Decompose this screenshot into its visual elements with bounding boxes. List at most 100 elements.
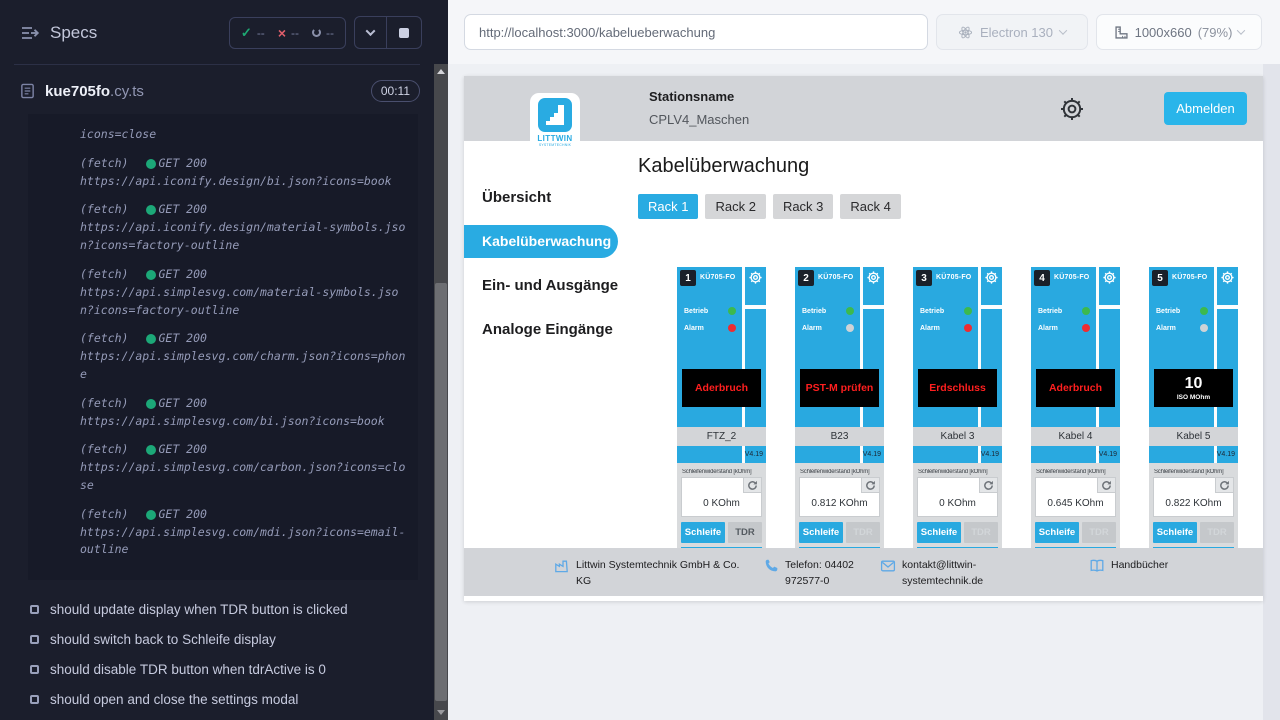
tdr-button[interactable]: TDR <box>846 522 880 543</box>
divider <box>745 305 766 309</box>
nav-item[interactable]: Übersicht <box>464 181 630 214</box>
device-card: 5 KÜ705-FO <box>1149 267 1238 552</box>
rack-tab[interactable]: Rack 1 <box>638 194 698 219</box>
schleife-button[interactable]: Schleife <box>1035 522 1079 543</box>
slot-number-badge: 2 <box>798 270 814 286</box>
logout-button[interactable]: Abmelden <box>1164 92 1247 125</box>
schleife-button[interactable]: Schleife <box>1153 522 1197 543</box>
reporter-scrollbar[interactable] <box>434 0 448 720</box>
fetch-log-entry[interactable]: (fetch) GET 200 https://api.simplesvg.co… <box>80 506 408 559</box>
tdr-button[interactable]: TDR <box>1200 522 1234 543</box>
fetch-log-entry[interactable]: (fetch) GET 200 https://api.simplesvg.co… <box>80 266 408 319</box>
specs-label: Specs <box>50 23 97 43</box>
test-item[interactable]: should disable TDR button when tdrActive… <box>30 662 422 677</box>
gear-icon <box>1102 270 1117 285</box>
specs-menu-icon[interactable] <box>20 25 40 41</box>
schleife-button[interactable]: Schleife <box>917 522 961 543</box>
footer-email[interactable]: kontakt@littwin-systemtechnik.de <box>880 557 994 596</box>
rack-tab[interactable]: Rack 2 <box>705 194 765 219</box>
test-item[interactable]: should update display when TDR button is… <box>30 602 422 617</box>
spinner-icon <box>312 28 321 37</box>
scrollbar-track[interactable] <box>434 64 448 720</box>
refresh-button[interactable] <box>743 478 761 493</box>
betrieb-led <box>846 307 854 315</box>
betrieb-led <box>1082 307 1090 315</box>
betrieb-row: Betrieb <box>1156 307 1208 315</box>
command-log: icons=close (fetch) GET 200 https://api.… <box>28 114 418 580</box>
tdr-button[interactable]: TDR <box>728 522 762 543</box>
card-settings-button[interactable] <box>984 270 999 285</box>
schleife-button[interactable]: Schleife <box>681 522 725 543</box>
request-url: https://api.simplesvg.com/material-symbo… <box>80 284 408 320</box>
refresh-button[interactable] <box>1097 478 1115 493</box>
app-viewport: Stationsname CPLV4_Maschen Abmelden <box>464 76 1263 601</box>
refresh-icon <box>865 480 876 491</box>
card-settings-button[interactable] <box>748 270 763 285</box>
footer-phone: Telefon: 04402 972577-0 <box>764 557 870 596</box>
rack-tab[interactable]: Rack 4 <box>840 194 900 219</box>
test-checkbox-icon <box>30 695 39 704</box>
fetch-log-entry[interactable]: (fetch) GET 200 https://api.iconify.desi… <box>80 201 408 254</box>
collapse-button[interactable] <box>355 17 387 48</box>
alarm-label: Alarm <box>1038 325 1058 332</box>
station-info: Stationsname CPLV4_Maschen <box>649 89 749 127</box>
rack-tab[interactable]: Rack 3 <box>773 194 833 219</box>
url-input[interactable]: http://localhost:3000/kabelueberwachung <box>464 14 928 50</box>
fetch-log-entry[interactable]: (fetch) GET 200 https://api.simplesvg.co… <box>80 441 408 494</box>
test-item[interactable]: should open and close the settings modal <box>30 692 422 707</box>
refresh-icon <box>1101 480 1112 491</box>
fetch-label: (fetch) <box>80 330 128 348</box>
card-settings-button[interactable] <box>1220 270 1235 285</box>
status-label: GET 200 <box>158 441 206 459</box>
resistance-value: 0.822 KOhm <box>1154 498 1233 509</box>
viewport-size-select[interactable]: 1000x660 (79%) <box>1096 14 1262 50</box>
alarm-led <box>728 324 736 332</box>
slot-number-badge: 4 <box>1034 270 1050 286</box>
fetch-log-entry[interactable]: (fetch) GET 200 https://api.iconify.desi… <box>80 155 408 191</box>
chevron-down-icon <box>1059 26 1067 34</box>
ruler-icon <box>1114 25 1129 40</box>
tdr-button[interactable]: TDR <box>964 522 998 543</box>
status-label: GET 200 <box>158 266 206 284</box>
fetch-log-entry[interactable]: (fetch) GET 200 https://api.simplesvg.co… <box>80 330 408 383</box>
settings-button[interactable] <box>1058 95 1086 123</box>
scrollbar-thumb[interactable] <box>435 283 447 701</box>
stat-passed: ✓-- <box>241 25 265 41</box>
email-icon <box>880 558 896 574</box>
fetch-log-entry[interactable]: (fetch) GET 200 https://api.simplesvg.co… <box>80 395 408 431</box>
nav-item[interactable]: Kabelüberwachung <box>464 225 618 258</box>
card-settings-button[interactable] <box>866 270 881 285</box>
refresh-button[interactable] <box>861 478 879 493</box>
card-settings-button[interactable] <box>1102 270 1117 285</box>
littwin-logo: LITTWIN SYSTEMTECHNIK <box>530 93 580 151</box>
spec-file-row[interactable]: kue705fo.cy.ts 00:11 <box>0 65 434 102</box>
device-front: 5 KÜ705-FO <box>1149 267 1238 463</box>
spec-name: kue705fo <box>45 83 110 100</box>
nav-item[interactable]: Ein- und Ausgänge <box>464 269 630 302</box>
browser-select[interactable]: Electron 130 <box>936 14 1088 50</box>
betrieb-row: Betrieb <box>802 307 854 315</box>
nav-item[interactable]: Analoge Eingänge <box>464 313 630 346</box>
refresh-button[interactable] <box>1215 478 1233 493</box>
fetch-label: (fetch) <box>80 201 128 219</box>
success-dot-icon <box>146 510 156 520</box>
test-item[interactable]: should switch back to Schleife display <box>30 632 422 647</box>
resistance-label: Schleifenwiderstand [kOhm] <box>918 469 998 475</box>
alarm-led <box>1082 324 1090 332</box>
alarm-led <box>1200 324 1208 332</box>
refresh-button[interactable] <box>979 478 997 493</box>
scroll-down-arrow[interactable] <box>437 710 445 715</box>
footer-manuals[interactable]: Handbücher <box>1089 557 1168 596</box>
test-stats[interactable]: ✓-- ×-- -- <box>229 17 346 49</box>
alarm-led <box>964 324 972 332</box>
tdr-button[interactable]: TDR <box>1082 522 1116 543</box>
cypress-reporter-panel: Specs ✓-- ×-- -- kue705fo.cy.ts 00:11 ic… <box>0 0 434 720</box>
schleife-button[interactable]: Schleife <box>799 522 843 543</box>
preview-scrollbar[interactable] <box>1263 64 1280 720</box>
resistance-label: Schleifenwiderstand [kOhm] <box>1154 469 1234 475</box>
stop-button[interactable] <box>387 17 421 48</box>
url-text: http://localhost:3000/kabelueberwachung <box>479 25 715 40</box>
resistance-value: 0 KOhm <box>918 498 997 509</box>
status-display: Erdschluss <box>918 369 997 407</box>
scroll-up-arrow[interactable] <box>437 69 445 74</box>
